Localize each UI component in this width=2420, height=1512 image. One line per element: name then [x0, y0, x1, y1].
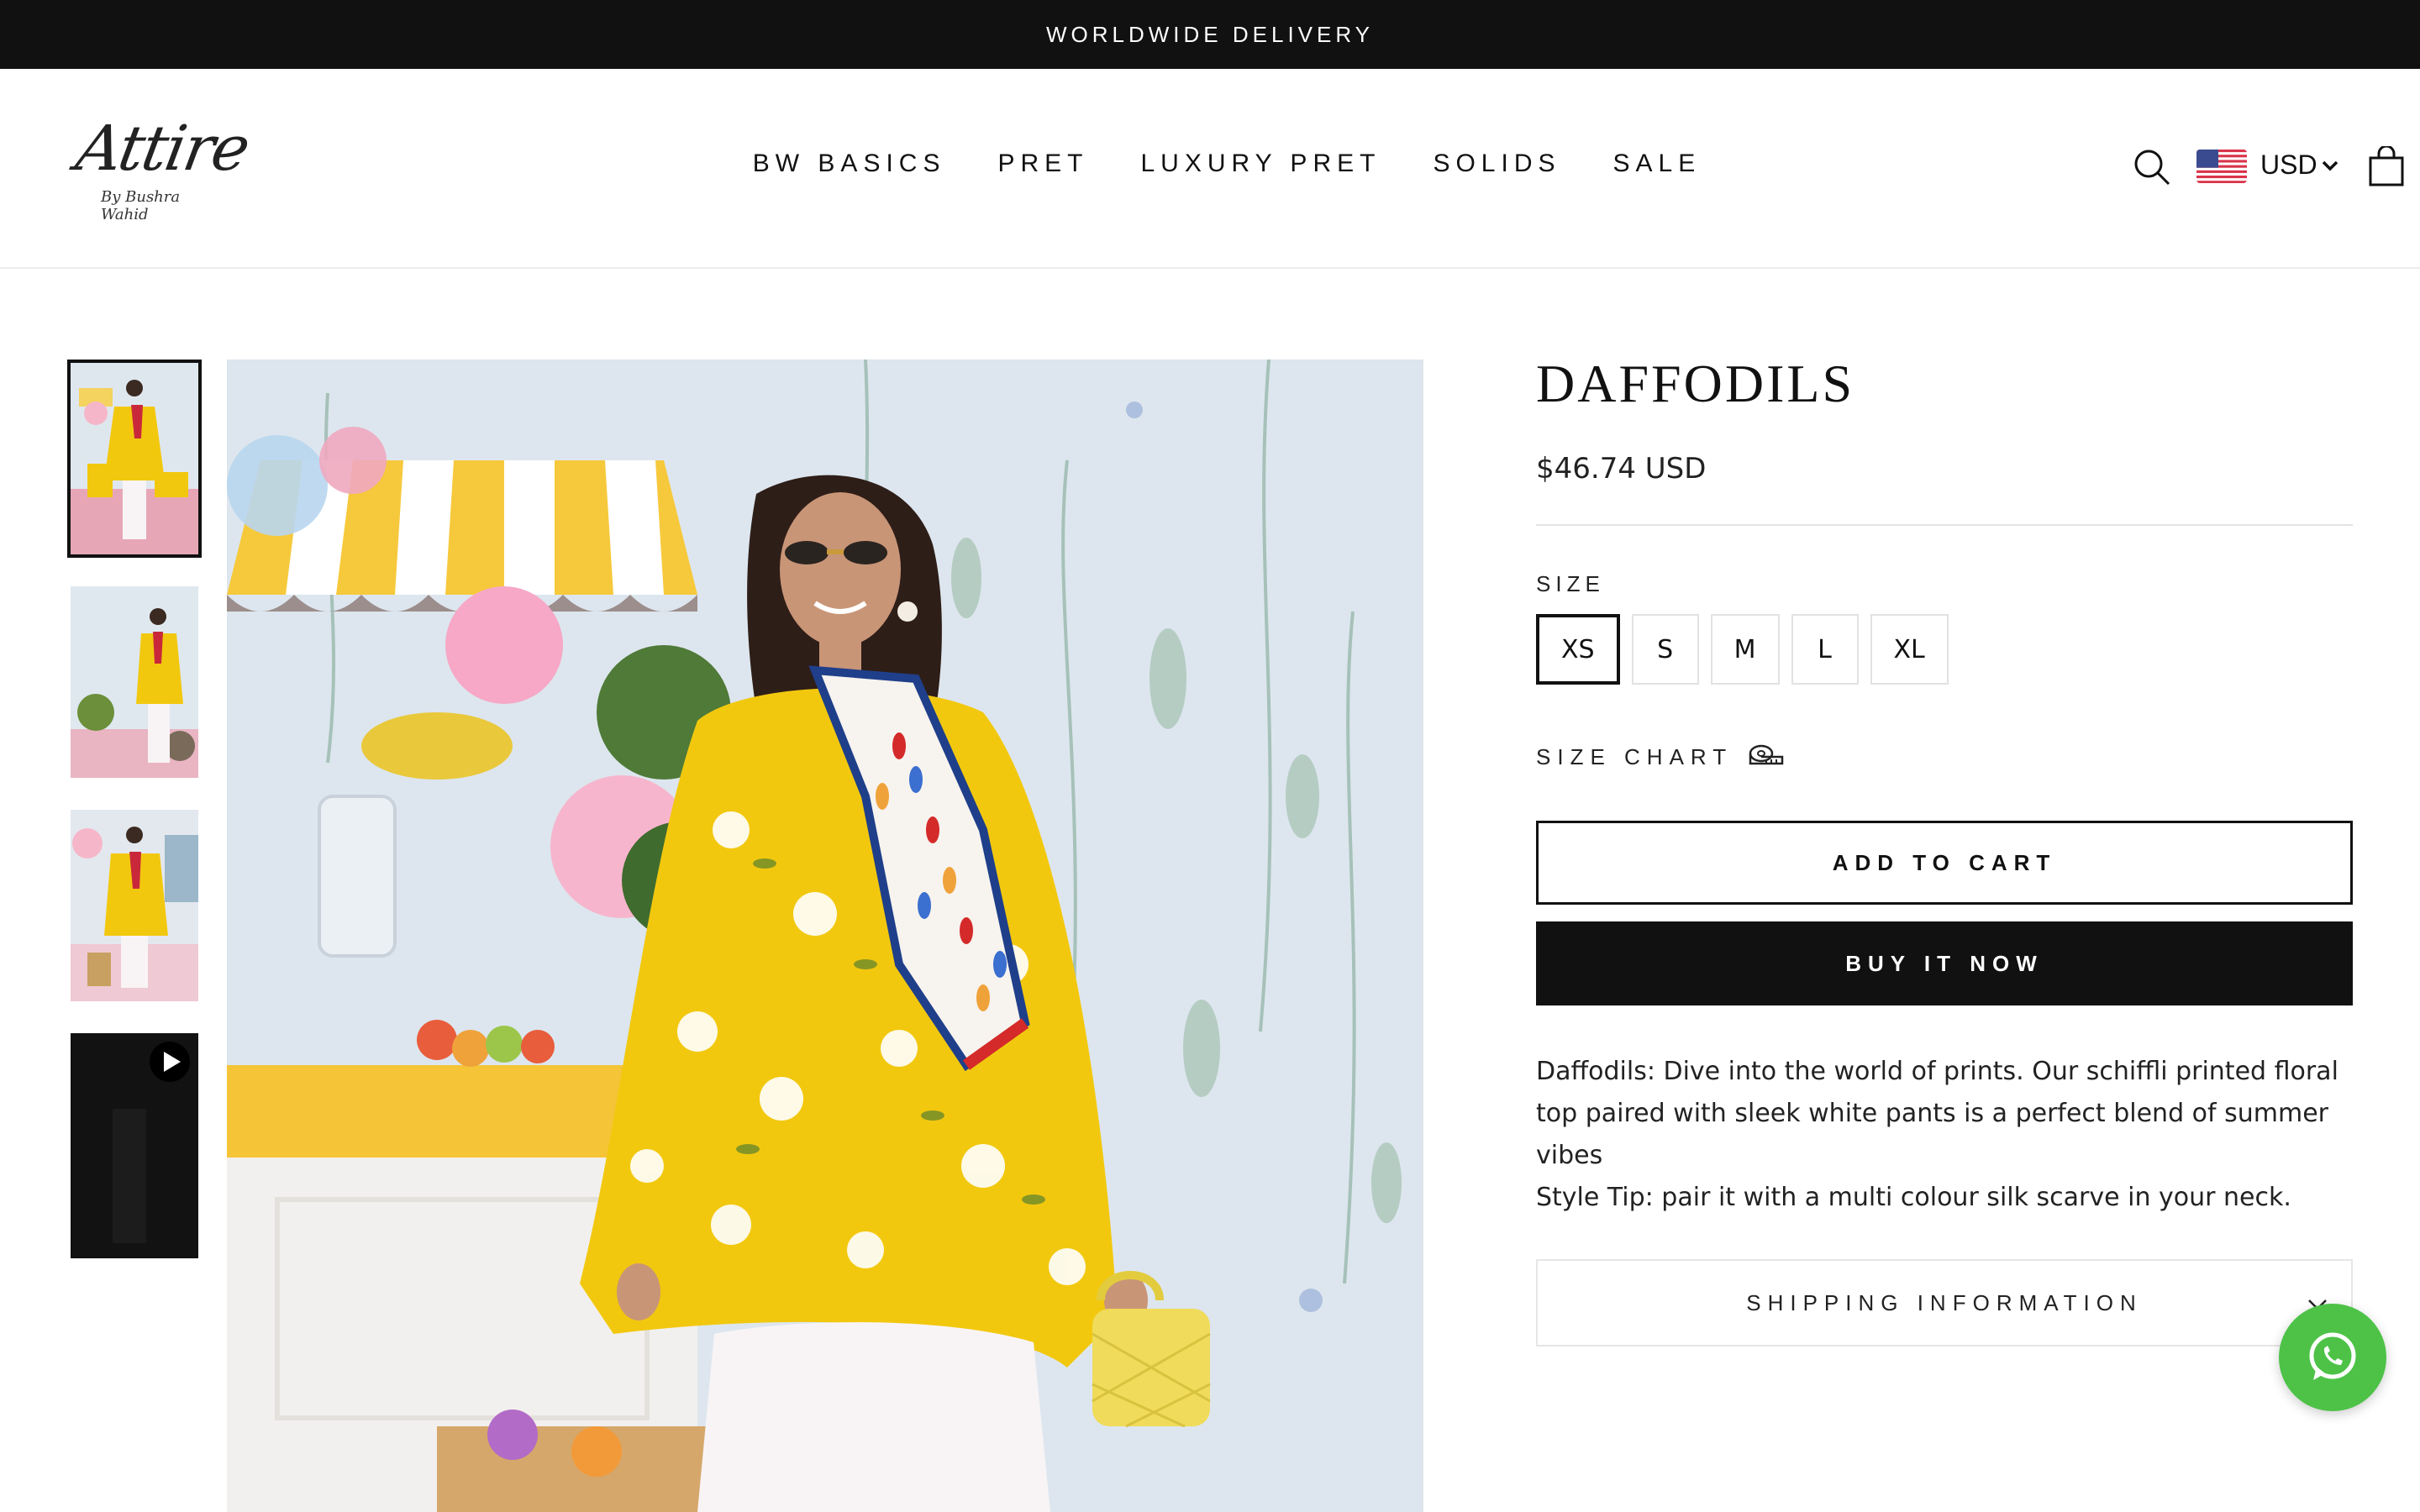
size-selector: XS S M L XL [1536, 614, 2353, 685]
nav-item-solids[interactable]: SOLIDS [1433, 150, 1560, 178]
site-header: Attire By Bushra Wahid BW BASICS PRET LU… [0, 69, 2420, 269]
thumbnail-4-video[interactable] [71, 1033, 198, 1258]
product-info: DAFFODILS $46.74 USD SIZE XS S M L XL SI… [1536, 353, 2353, 1347]
nav-item-pret[interactable]: PRET [997, 150, 1088, 178]
currency-code[interactable]: USD [2260, 150, 2317, 181]
product-description: Daffodils: Dive into the world of prints… [1536, 1051, 2353, 1219]
product-price: $46.74 USD [1536, 452, 1707, 486]
buy-it-now-button[interactable]: BUY IT NOW [1536, 921, 2353, 1005]
product-title: DAFFODILS [1536, 354, 1855, 413]
size-option-l[interactable]: L [1791, 614, 1859, 685]
thumbnail-3[interactable] [71, 810, 198, 1001]
announcement-bar: WORLDWIDE DELIVERY [0, 0, 2420, 69]
announcement-text: WORLDWIDE DELIVERY [1045, 21, 1374, 47]
add-to-cart-button[interactable]: ADD TO CART [1536, 821, 2353, 905]
main-nav: BW BASICS PRET LUXURY PRET SOLIDS SALE [0, 150, 2420, 178]
search-icon[interactable] [2133, 148, 2171, 186]
nav-item-bw-basics[interactable]: BW BASICS [753, 150, 946, 178]
size-option-s[interactable]: S [1631, 614, 1699, 685]
size-option-xs[interactable]: XS [1536, 614, 1620, 685]
cart-icon[interactable] [2368, 146, 2405, 186]
size-chart-label: SIZE CHART [1536, 743, 1733, 769]
description-line: Style Tip: pair it with a multi colour s… [1536, 1183, 2291, 1212]
size-option-xl[interactable]: XL [1870, 614, 1949, 685]
chevron-down-icon[interactable] [2321, 156, 2339, 175]
main-product-image[interactable] [227, 360, 1423, 1512]
description-line: Daffodils: Dive into the world of prints… [1536, 1057, 2338, 1086]
whatsapp-icon [2309, 1332, 2356, 1380]
whatsapp-chat-button[interactable] [2279, 1304, 2386, 1411]
us-flag-icon[interactable] [2196, 150, 2247, 183]
thumbnail-1[interactable] [67, 360, 202, 558]
shipping-information-label: SHIPPING INFORMATION [1746, 1289, 2143, 1315]
logo-subtext: By Bushra Wahid [101, 188, 181, 223]
ruler-icon [1749, 744, 1784, 765]
size-option-m[interactable]: M [1710, 614, 1780, 685]
shipping-information-accordion[interactable]: SHIPPING INFORMATION [1536, 1259, 2353, 1347]
size-chart-link[interactable]: SIZE CHART [1536, 743, 2353, 770]
nav-item-luxury-pret[interactable]: LUXURY PRET [1140, 150, 1381, 178]
divider [1536, 524, 2353, 526]
size-label: SIZE [1536, 571, 1605, 596]
thumbnail-2[interactable] [71, 586, 198, 778]
description-line: top paired with sleek white pants is a p… [1536, 1099, 2328, 1170]
nav-item-sale[interactable]: SALE [1613, 150, 1702, 178]
